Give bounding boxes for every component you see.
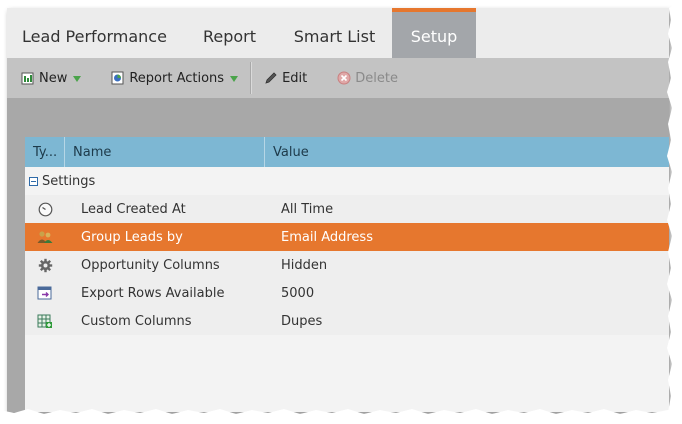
column-label: Name bbox=[73, 144, 112, 160]
report-actions-button[interactable]: Report Actions bbox=[105, 58, 244, 98]
report-actions-label: Report Actions bbox=[129, 70, 225, 86]
report-actions-icon bbox=[111, 71, 124, 85]
row-name: Lead Created At bbox=[81, 201, 186, 217]
column-header-value[interactable]: Value bbox=[265, 137, 669, 167]
column-label: Ty... bbox=[33, 144, 58, 160]
delete-icon bbox=[337, 71, 351, 85]
new-label: New bbox=[39, 70, 68, 86]
new-dropdown-caret-icon bbox=[73, 75, 82, 82]
table-row[interactable]: Opportunity Columns Hidden bbox=[25, 251, 669, 279]
delete-label: Delete bbox=[355, 70, 398, 86]
custom-columns-icon bbox=[37, 314, 52, 328]
table-row[interactable]: Custom Columns Dupes bbox=[25, 307, 669, 335]
tab-label: Report bbox=[202, 26, 257, 46]
pencil-icon bbox=[265, 72, 277, 84]
report-window: Lead Performance Report Smart List Setup… bbox=[7, 8, 669, 412]
tab-strip: Lead Performance Report Smart List Setup bbox=[7, 8, 669, 58]
edit-button[interactable]: Edit bbox=[258, 58, 313, 98]
collapse-icon[interactable] bbox=[29, 176, 38, 186]
tab-lead-performance[interactable]: Lead Performance bbox=[7, 8, 182, 58]
row-value: Dupes bbox=[281, 313, 323, 329]
row-name: Group Leads by bbox=[81, 229, 183, 245]
tab-label: Smart List bbox=[293, 26, 376, 46]
row-value: Hidden bbox=[281, 257, 328, 273]
table-row[interactable]: Lead Created At All Time bbox=[25, 195, 669, 223]
delete-button[interactable]: Delete bbox=[331, 58, 404, 98]
edit-label: Edit bbox=[282, 70, 308, 86]
export-rows-icon bbox=[37, 286, 52, 300]
row-name: Export Rows Available bbox=[81, 285, 225, 301]
table-row-selected[interactable]: Group Leads by Email Address bbox=[25, 223, 669, 251]
tab-setup[interactable]: Setup bbox=[392, 8, 476, 58]
row-name: Custom Columns bbox=[81, 313, 192, 329]
report-actions-caret-icon bbox=[230, 75, 239, 82]
clock-icon bbox=[38, 202, 52, 216]
tab-label: Lead Performance bbox=[22, 26, 167, 46]
column-label: Value bbox=[273, 144, 309, 160]
tab-label: Setup bbox=[410, 26, 458, 46]
row-name: Opportunity Columns bbox=[81, 257, 220, 273]
group-users-icon bbox=[37, 231, 53, 243]
row-value: All Time bbox=[281, 201, 334, 217]
tab-smart-list[interactable]: Smart List bbox=[277, 8, 392, 58]
settings-grid: Ty... Name Value Settings Lead Created A… bbox=[25, 137, 669, 412]
toolbar-divider bbox=[250, 62, 253, 94]
torn-edge-bottom bbox=[0, 409, 682, 424]
tab-report[interactable]: Report bbox=[182, 8, 277, 58]
new-report-icon bbox=[21, 72, 34, 85]
gear-icon bbox=[38, 258, 52, 272]
row-value: Email Address bbox=[281, 229, 373, 245]
row-value: 5000 bbox=[281, 285, 315, 301]
column-header-type[interactable]: Ty... bbox=[25, 137, 65, 167]
group-row-settings[interactable]: Settings bbox=[25, 167, 669, 195]
rows-container: Lead Created At All Time Group Leads by … bbox=[25, 195, 669, 335]
table-row[interactable]: Export Rows Available 5000 bbox=[25, 279, 669, 307]
torn-edge-right bbox=[667, 0, 682, 424]
group-label: Settings bbox=[42, 173, 96, 189]
new-button[interactable]: New bbox=[7, 58, 87, 98]
column-header-name[interactable]: Name bbox=[65, 137, 265, 167]
toolbar: New Report Actions Edit Delete bbox=[7, 58, 669, 99]
grid-header: Ty... Name Value bbox=[25, 137, 669, 167]
